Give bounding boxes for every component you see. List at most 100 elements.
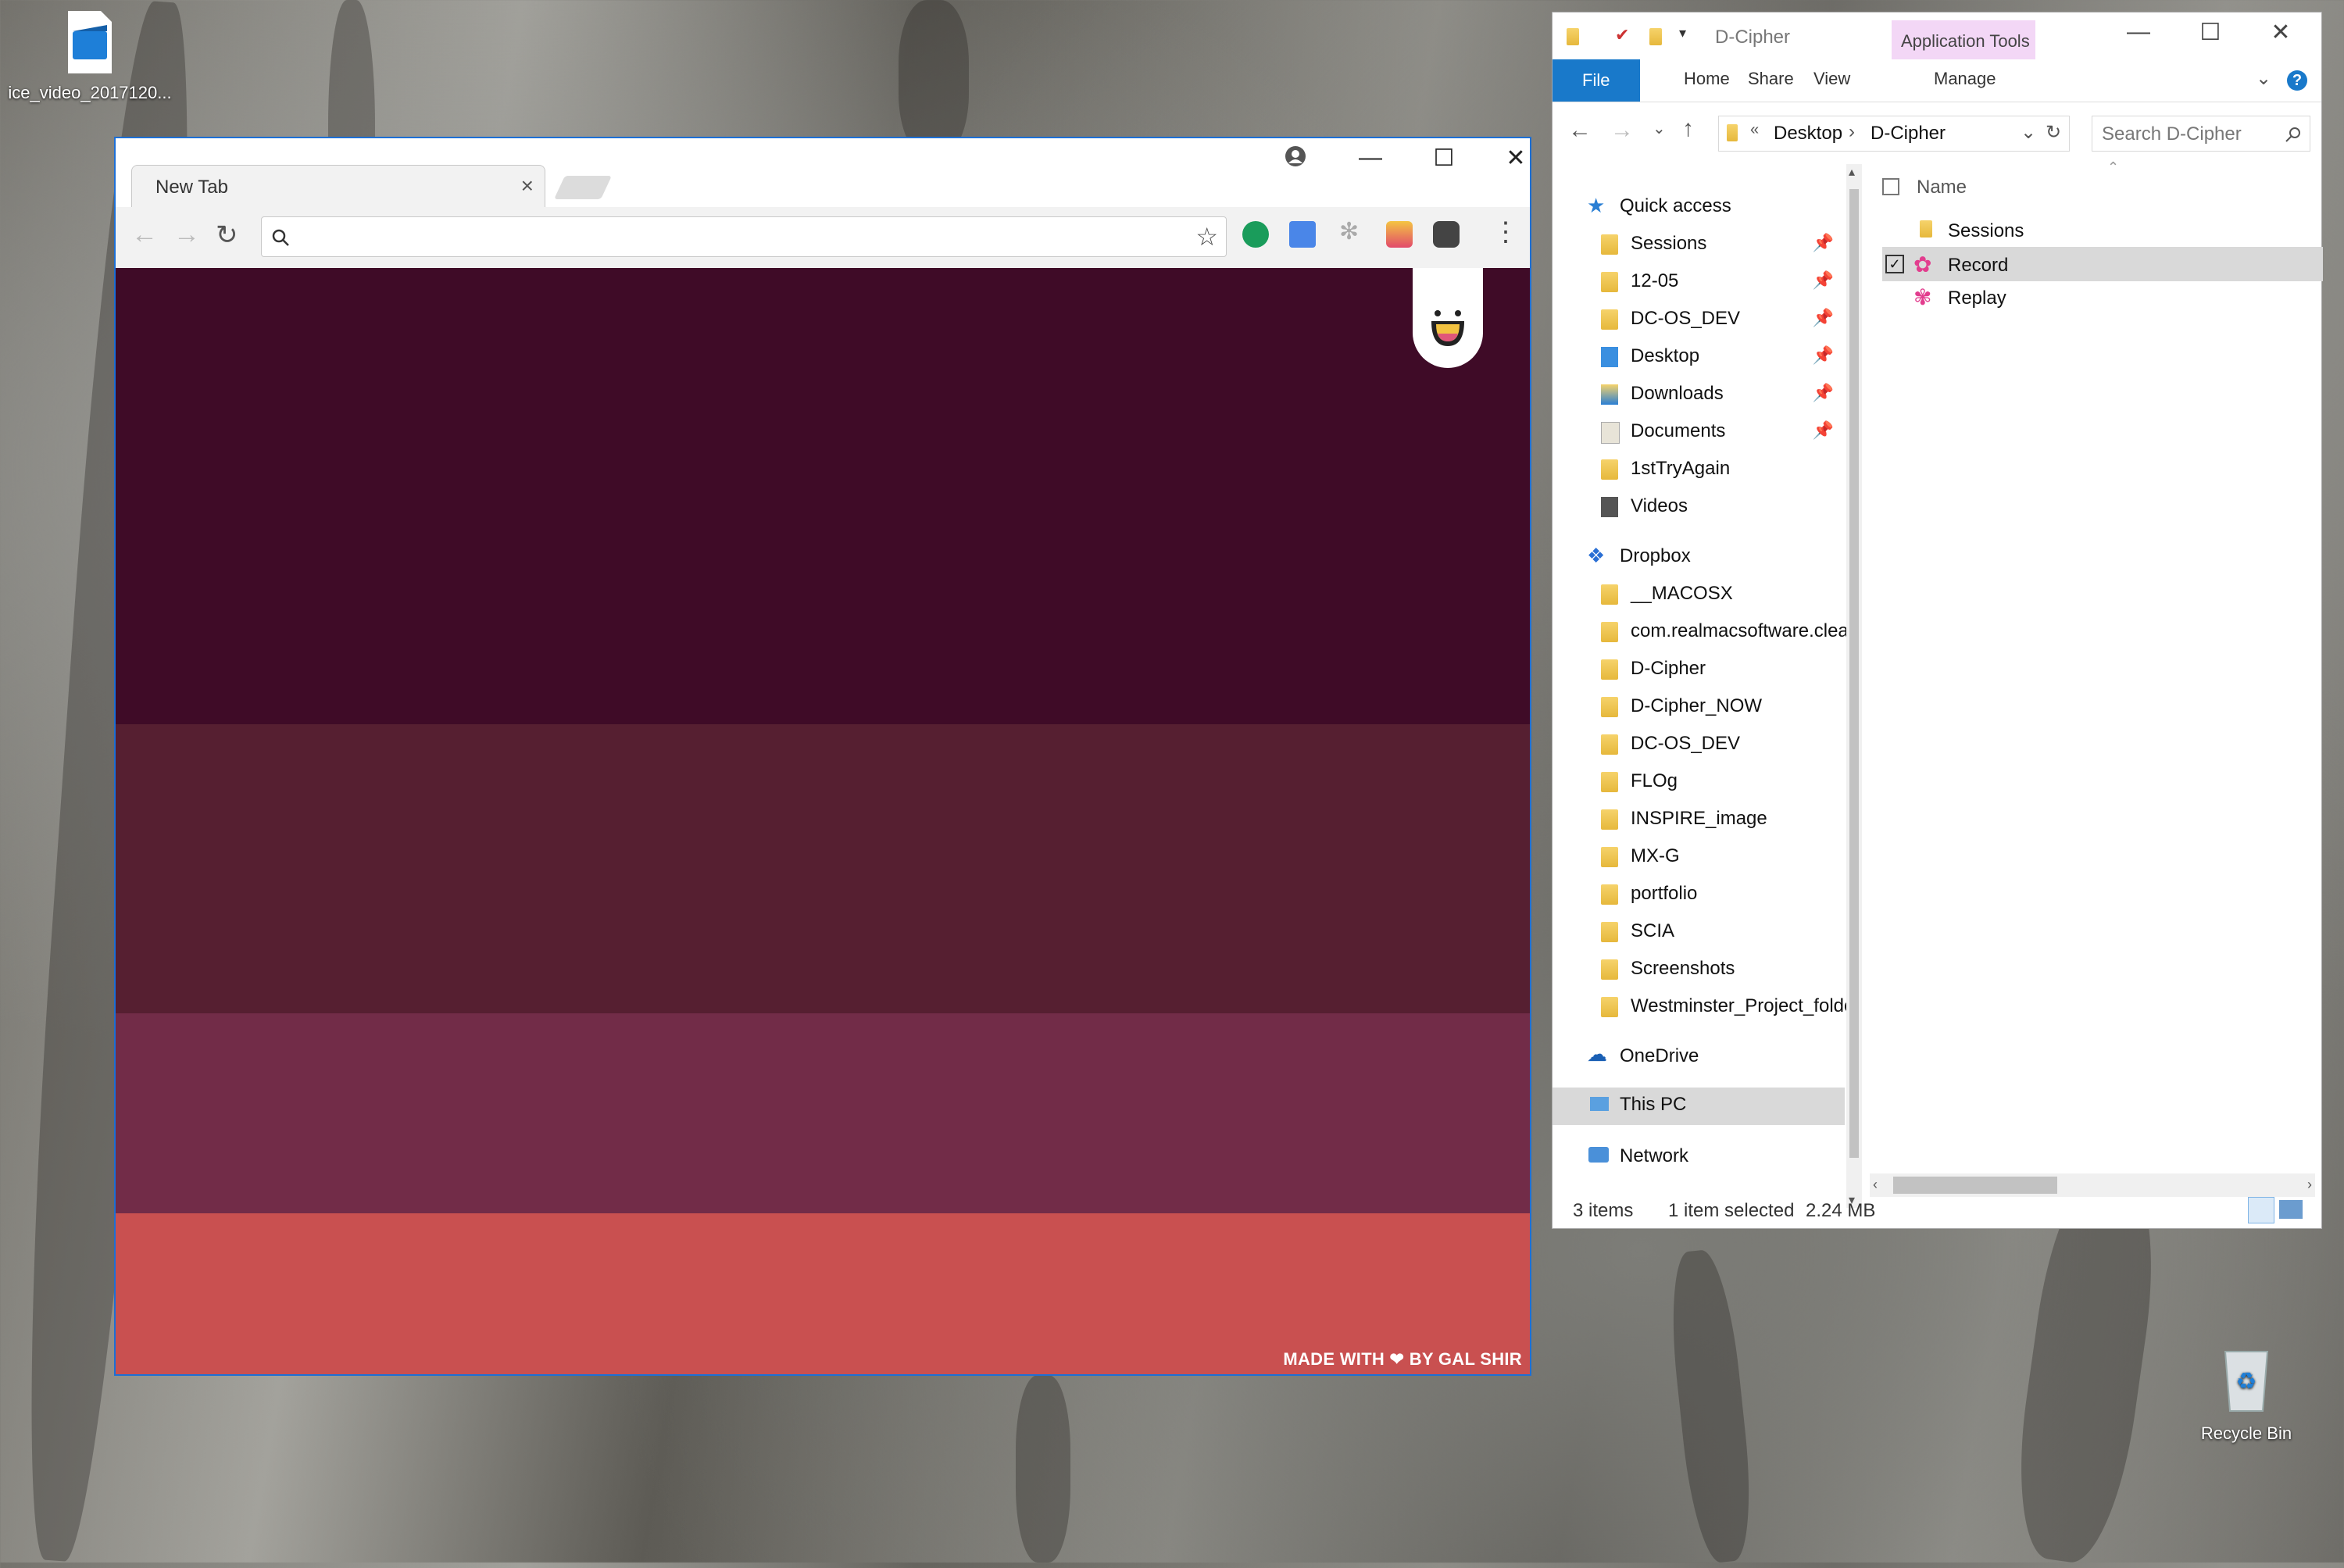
column-header-name[interactable]: Name [1882,172,2304,203]
nav-dropbox-item[interactable]: INSPIRE_image [1553,802,1845,838]
pin-icon[interactable]: 📌 [1813,420,1834,441]
nav-dropbox-item[interactable]: D-Cipher [1553,652,1845,688]
nav-dropbox-item[interactable]: MX-G [1553,839,1845,875]
nav-scrollbar-track[interactable]: ▴ ▾ [1846,164,1862,1208]
recent-locations-icon[interactable]: ⌄ [1653,119,1666,138]
ribbon-tab-home[interactable]: Home [1684,69,1730,89]
nav-dropbox-item[interactable]: FLOg [1553,764,1845,800]
breadcrumb-desktop[interactable]: Desktop [1774,123,1842,145]
menu-icon[interactable]: ⋮ [1492,216,1519,248]
qat-properties-icon[interactable]: ✔ [1615,25,1629,45]
qat-dropdown-icon[interactable]: ▾ [1679,25,1686,41]
nav-dropbox-item[interactable]: Westminster_Project_folde [1553,989,1846,1025]
large-icons-view-icon[interactable] [2279,1200,2303,1219]
help-icon[interactable]: ? [2287,70,2307,91]
refresh-icon[interactable]: ↻ [2046,121,2061,144]
nav-quick-item[interactable]: Documents 📌 [1553,414,1845,450]
nav-dropbox-item[interactable]: portfolio [1553,877,1845,913]
pin-icon[interactable]: 📌 [1813,308,1834,328]
scroll-up-icon[interactable]: ▴ [1849,164,1855,180]
nav-onedrive[interactable]: ☁ OneDrive [1553,1039,1845,1075]
nav-forward-icon[interactable]: → [1610,117,1634,144]
horizontal-scrollbar-thumb[interactable] [1893,1177,2057,1194]
select-all-checkbox[interactable] [1882,178,1899,195]
nav-dropbox-item[interactable]: D-Cipher_NOW [1553,689,1845,725]
desktop-video-file[interactable]: ice_video_2017120... [0,11,180,103]
nav-network[interactable]: Network [1553,1139,1845,1175]
scroll-right-icon[interactable]: › [2307,1177,2312,1193]
nav-dropbox-item[interactable]: DC-OS_DEV [1553,727,1845,763]
maximize-icon[interactable]: ☐ [1420,145,1467,172]
translate-extension-icon[interactable] [1289,221,1316,248]
qat-new-folder-icon[interactable] [1649,28,1662,45]
profile-icon[interactable] [1272,145,1319,174]
nav-quick-item[interactable]: Sessions 📌 [1553,227,1845,263]
back-icon[interactable]: ← [131,220,158,250]
nav-dropbox-item[interactable]: Screenshots [1553,952,1845,988]
details-view-icon[interactable] [2248,1197,2274,1223]
nav-quick-item[interactable]: Desktop 📌 [1553,339,1845,375]
scroll-left-icon[interactable]: ‹ [1873,1177,1878,1193]
nav-back-icon[interactable]: ← [1568,117,1592,144]
file-row-selected[interactable]: ✓ ✿ Record [1882,247,2323,281]
omnibox[interactable]: ☆ [261,216,1227,257]
file-row[interactable]: Sessions [1882,214,2320,247]
tab-for-a-cause-extension-icon[interactable] [1386,221,1413,248]
pin-icon[interactable]: 📌 [1813,345,1834,366]
nav-quick-access[interactable]: ★ Quick access [1553,189,1845,225]
pin-icon[interactable]: 📌 [1813,270,1834,291]
tab-new-tab[interactable]: New Tab × [131,165,545,207]
close-icon[interactable]: ✕ [1492,145,1539,172]
ribbon-tab-share[interactable]: Share [1748,69,1794,89]
nav-dropbox-item[interactable]: SCIA [1553,914,1845,950]
recycle-bin[interactable]: ♻ Recycle Bin [2188,1344,2305,1444]
new-tab-button[interactable] [554,176,612,199]
chrome-titlebar: New Tab × — ☐ ✕ [116,138,1530,207]
grammarly-extension-icon[interactable] [1242,221,1269,248]
folder-icon [1601,847,1618,867]
forward-icon[interactable]: → [173,220,200,250]
nav-quick-item[interactable]: DC-OS_DEV 📌 [1553,302,1845,338]
tab-close-icon[interactable]: × [521,173,534,198]
nav-scrollbar-thumb[interactable] [1849,189,1859,1158]
desktop-folder-icon [1601,347,1618,367]
row-checkbox-checked[interactable]: ✓ [1885,255,1904,273]
minimize-icon[interactable]: — [1347,145,1394,171]
tastie-widget[interactable] [1413,268,1483,368]
breadcrumb-d-cipher[interactable]: D-Cipher [1871,123,1946,145]
reload-icon[interactable]: ↻ [216,220,238,251]
pin-icon[interactable]: 📌 [1813,383,1834,403]
explorer-minimize-icon[interactable]: — [2115,19,2162,45]
address-bar[interactable]: « Desktop › D-Cipher ⌄ ↻ [1718,116,2070,152]
nav-dropbox-item[interactable]: com.realmacsoftware.clea [1553,614,1846,650]
ribbon-collapse-icon[interactable]: ⌄ [2256,67,2271,90]
nav-dropbox[interactable]: ❖ Dropbox [1553,539,1845,575]
snowflake-extension-icon[interactable]: ✻ [1339,218,1359,245]
nav-quick-item[interactable]: Videos [1553,489,1845,525]
search-box[interactable]: Search D-Cipher [2092,116,2310,152]
nav-quick-item[interactable]: 1stTryAgain [1553,452,1845,488]
folder-icon [1601,959,1618,980]
file-row[interactable]: ✾ Replay [1882,281,2320,314]
explorer-address-row: ← → ⌄ ↑ « Desktop › D-Cipher ⌄ ↻ Search … [1553,102,2321,164]
pin-icon[interactable]: 📌 [1813,233,1834,253]
nav-dropbox-item[interactable]: __MACOSX [1553,577,1845,613]
ribbon-tab-file[interactable]: File [1553,59,1640,102]
explorer-maximize-icon[interactable]: ☐ [2187,19,2234,46]
nav-this-pc[interactable]: This PC [1553,1088,1845,1125]
explorer-close-icon[interactable]: ✕ [2257,19,2304,46]
ribbon-tab-view[interactable]: View [1813,69,1850,89]
recycle-bin-label: Recycle Bin [2200,1423,2292,1443]
evernote-extension-icon[interactable] [1433,221,1460,248]
nav-up-icon[interactable]: ↑ [1682,116,1694,142]
color-band-2 [116,724,1530,1013]
breadcrumb-separator-icon[interactable]: › [1849,121,1855,143]
nav-item-label: Videos [1631,495,1688,516]
address-dropdown-icon[interactable]: ⌄ [2021,121,2036,144]
nav-quick-item[interactable]: 12-05 📌 [1553,264,1845,300]
breadcrumb-overflow-icon[interactable]: « [1750,121,1759,139]
bookmark-star-icon[interactable]: ☆ [1195,222,1218,252]
omnibox-input[interactable] [296,223,1159,252]
ribbon-tab-manage[interactable]: Manage [1934,69,1996,89]
nav-quick-item[interactable]: Downloads 📌 [1553,377,1845,413]
